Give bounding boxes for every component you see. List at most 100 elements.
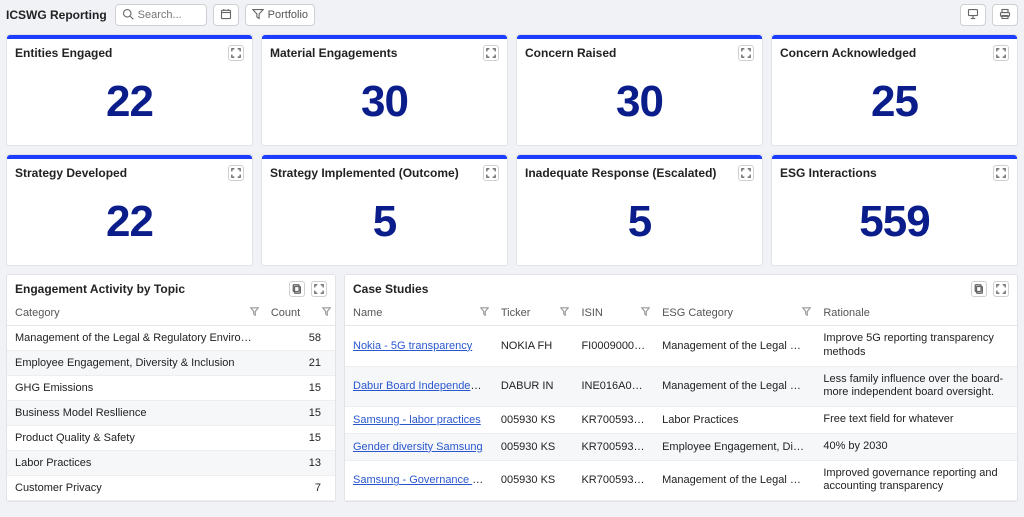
column-header-esg[interactable]: ESG Category [654,301,815,326]
cell-isin: KR7005930003 [573,460,654,501]
engagement-activity-table: Category Count Management of the Legal &… [7,301,335,501]
cell-count: 15 [263,376,335,401]
funnel-icon[interactable] [250,307,259,319]
cell-category: Management of the Legal & Regulatory Env… [7,326,263,351]
cell-name: Samsung - labor practices [345,407,493,434]
table-row[interactable]: Dabur Board Independence DABUR ININE016A0… [345,366,1017,407]
kpi-card-inadequate-response: Inadequate Response (Escalated) 5 [516,154,763,266]
cell-category: Product Quality & Safety [7,426,263,451]
cell-category: GHG Emissions [7,376,263,401]
kpi-title: Material Engagements [270,46,483,60]
table-row[interactable]: Labor Practices13 [7,451,335,476]
copy-button[interactable] [971,281,987,297]
column-header-name[interactable]: Name [345,301,493,326]
cell-ticker: NOKIA FH [493,326,574,367]
cell-ticker: 005930 KS [493,433,574,460]
funnel-icon [252,8,264,23]
table-row[interactable]: Samsung - Governance & Transparency00593… [345,460,1017,501]
cell-count: 58 [263,326,335,351]
kpi-value: 5 [262,185,507,265]
cell-ticker: 005930 KS [493,460,574,501]
kpi-card-entities-engaged: Entities Engaged 22 [6,34,253,146]
column-header-category[interactable]: Category [7,301,263,326]
portfolio-filter-label: Portfolio [268,9,308,21]
expand-button[interactable] [311,281,327,297]
case-study-link[interactable]: Gender diversity Samsung [353,441,483,453]
cell-isin: INE016A01026 [573,366,654,407]
table-row[interactable]: Management of the Legal & Regulatory Env… [7,326,335,351]
column-header-count[interactable]: Count [263,301,335,326]
cell-name: Nokia - 5G transparency [345,326,493,367]
column-header-rationale[interactable]: Rationale [815,301,1017,326]
kpi-card-concern-raised: Concern Raised 30 [516,34,763,146]
cell-count: 15 [263,401,335,426]
cell-category: Customer Privacy [7,476,263,501]
kpi-card-strategy-implemented: Strategy Implemented (Outcome) 5 [261,154,508,266]
expand-button[interactable] [993,281,1009,297]
expand-button[interactable] [738,45,754,61]
presentation-icon [967,8,979,23]
cell-ticker: 005930 KS [493,407,574,434]
expand-button[interactable] [228,45,244,61]
column-header-ticker[interactable]: Ticker [493,301,574,326]
copy-button[interactable] [289,281,305,297]
search-box[interactable] [115,4,207,26]
table-row[interactable]: Employee Engagement, Diversity & Inclusi… [7,351,335,376]
case-studies-table: Name Ticker ISIN ESG Category Rationale … [345,301,1017,501]
present-button[interactable] [960,4,986,26]
case-study-link[interactable]: Samsung - labor practices [353,414,481,426]
funnel-icon[interactable] [641,307,650,319]
kpi-value: 5 [517,185,762,265]
expand-button[interactable] [228,165,244,181]
expand-button[interactable] [738,165,754,181]
table-row[interactable]: Business Model Resllience15 [7,401,335,426]
case-study-link[interactable]: Nokia - 5G transparency [353,340,472,352]
panel-title: Engagement Activity by Topic [15,282,289,296]
table-row[interactable]: Nokia - 5G transparency NOKIA FHFI0009000… [345,326,1017,367]
funnel-icon[interactable] [802,307,811,319]
table-row[interactable]: Samsung - labor practices 005930 KSKR7005… [345,407,1017,434]
calendar-icon [220,8,232,23]
kpi-card-material-engagements: Material Engagements 30 [261,34,508,146]
printer-icon [999,8,1011,23]
cell-isin: KR7005930003 [573,407,654,434]
cell-category: Labor Practices [7,451,263,476]
content-area: Entities Engaged 22 Material Engagements… [0,30,1024,502]
table-row[interactable]: Product Quality & Safety15 [7,426,335,451]
kpi-title: Strategy Implemented (Outcome) [270,166,483,180]
kpi-card-strategy-developed: Strategy Developed 22 [6,154,253,266]
calendar-button[interactable] [213,4,239,26]
kpi-title: Strategy Developed [15,166,228,180]
table-row[interactable]: Gender diversity Samsung 005930 KSKR70059… [345,433,1017,460]
funnel-icon[interactable] [480,307,489,319]
kpi-title: Entities Engaged [15,46,228,60]
case-study-link[interactable]: Samsung - Governance & Transparency [353,474,493,486]
print-button[interactable] [992,4,1018,26]
kpi-title: ESG Interactions [780,166,993,180]
cell-count: 7 [263,476,335,501]
top-bar: ICSWG Reporting Portfolio [0,0,1024,30]
kpi-value: 25 [772,65,1017,145]
column-header-isin[interactable]: ISIN [573,301,654,326]
cell-isin: FI0009000681 [573,326,654,367]
cell-rationale: 40% by 2030 [815,433,1017,460]
expand-button[interactable] [483,165,499,181]
cell-isin: KR7005930003 [573,433,654,460]
cell-ticker: DABUR IN [493,366,574,407]
case-study-link[interactable]: Dabur Board Independence [353,380,488,392]
expand-button[interactable] [993,165,1009,181]
kpi-value: 30 [262,65,507,145]
kpi-title: Inadequate Response (Escalated) [525,166,738,180]
table-row[interactable]: Customer Privacy7 [7,476,335,501]
cell-esg-category: Management of the Legal & Regulatory Env… [654,460,815,501]
funnel-icon[interactable] [560,307,569,319]
expand-button[interactable] [483,45,499,61]
funnel-icon[interactable] [322,307,331,319]
cell-count: 21 [263,351,335,376]
search-input[interactable] [138,9,200,21]
table-row[interactable]: GHG Emissions15 [7,376,335,401]
expand-button[interactable] [993,45,1009,61]
cell-name: Samsung - Governance & Transparency [345,460,493,501]
kpi-row-1: Entities Engaged 22 Material Engagements… [6,34,1018,146]
portfolio-filter-button[interactable]: Portfolio [245,4,315,26]
